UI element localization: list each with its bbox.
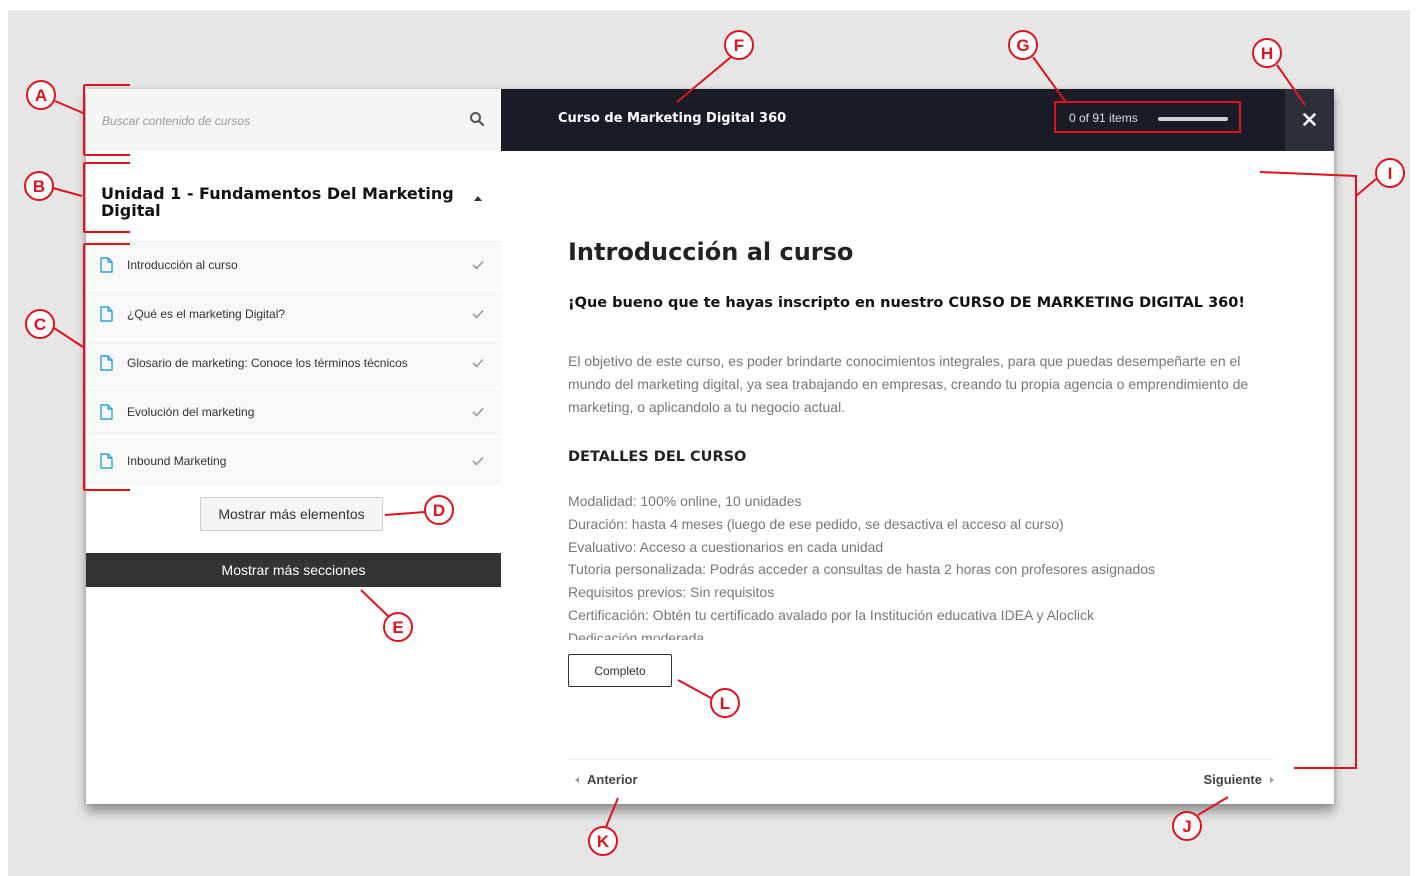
- show-more-items-button[interactable]: Mostrar más elementos: [200, 497, 383, 531]
- file-icon: [100, 453, 113, 469]
- curriculum-sidebar: Unidad 1 - Fundamentos Del Marketing Dig…: [86, 89, 501, 804]
- lesson-item[interactable]: Inbound Marketing: [86, 438, 501, 485]
- lesson-item[interactable]: Evolución del marketing: [86, 389, 501, 436]
- welcome-heading: ¡Que bueno que te hayas inscripto en nue…: [568, 295, 1245, 311]
- course-title: Curso de Marketing Digital 360: [558, 111, 787, 126]
- course-search: [86, 89, 501, 151]
- detail-item: Duración: hasta 4 meses (luego de ese pe…: [568, 515, 1064, 532]
- close-icon: [1303, 113, 1316, 126]
- nav-divider: [568, 759, 1273, 760]
- intro-paragraph: El objetivo de este curso, es poder brin…: [568, 353, 1249, 415]
- detail-item: Evaluativo: Acceso a cuestionarios en ca…: [568, 538, 884, 555]
- lesson-item[interactable]: Introducción al curso: [86, 242, 501, 289]
- detail-item: Certificación: Obtén tu certificado aval…: [568, 606, 1095, 623]
- close-button[interactable]: [1285, 89, 1334, 151]
- file-icon: [100, 355, 113, 371]
- file-icon: [100, 306, 113, 322]
- show-more-sections-button[interactable]: Mostrar más secciones: [86, 553, 501, 587]
- details-heading: DETALLES DEL CURSO: [568, 449, 747, 465]
- check-icon: [472, 309, 484, 319]
- caret-up-icon[interactable]: [474, 195, 482, 201]
- lesson-item[interactable]: ¿Qué es el marketing Digital?: [86, 291, 501, 338]
- check-icon: [472, 407, 484, 417]
- previous-label: Anterior: [587, 772, 638, 787]
- lesson-item[interactable]: Glosario de marketing: Conoce los términ…: [86, 340, 501, 387]
- search-input[interactable]: [100, 109, 464, 133]
- lesson-content: Introducción al curso ¡Que bueno que te …: [501, 151, 1334, 804]
- lesson-list: Introducción al curso ¿Qué es el marketi…: [86, 242, 501, 487]
- file-icon: [100, 257, 113, 273]
- detail-item: Tutoria personalizada: Podrás acceder a …: [568, 561, 1156, 578]
- next-label: Siguiente: [1203, 772, 1262, 787]
- lesson-label: Introducción al curso: [127, 258, 238, 272]
- check-icon: [472, 260, 484, 270]
- lesson-label: Inbound Marketing: [127, 454, 227, 468]
- detail-item: Modalidad: 100% online, 10 unidades: [568, 493, 802, 509]
- check-icon: [472, 456, 484, 466]
- detail-item: Requisitos previos: Sin requisitos: [568, 584, 775, 600]
- next-arrow-icon: [1270, 776, 1274, 783]
- lesson-label: ¿Qué es el marketing Digital?: [127, 307, 286, 321]
- search-icon[interactable]: [469, 111, 485, 127]
- lesson-label: Evolución del marketing: [127, 405, 255, 419]
- lesson-label: Glosario de marketing: Conoce los términ…: [127, 356, 408, 370]
- section-header[interactable]: Unidad 1 - Fundamentos Del Marketing Dig…: [86, 151, 501, 242]
- detail-item: Dedicación moderada: [568, 629, 705, 641]
- previous-lesson-link[interactable]: Anterior: [575, 772, 638, 787]
- prev-arrow-icon: [575, 776, 579, 783]
- progress-highlight-box: [1054, 101, 1241, 133]
- course-details-list: Modalidad: 100% online, 10 unidades Dura…: [568, 490, 1268, 640]
- course-player-window: Unidad 1 - Fundamentos Del Marketing Dig…: [86, 89, 1334, 804]
- lesson-title: Introducción al curso: [568, 238, 854, 266]
- file-icon: [100, 404, 113, 420]
- complete-button[interactable]: Completo: [568, 654, 672, 687]
- section-title: Unidad 1 - Fundamentos Del Marketing Dig…: [101, 184, 454, 220]
- check-icon: [472, 358, 484, 368]
- next-lesson-link[interactable]: Siguiente: [1203, 772, 1274, 787]
